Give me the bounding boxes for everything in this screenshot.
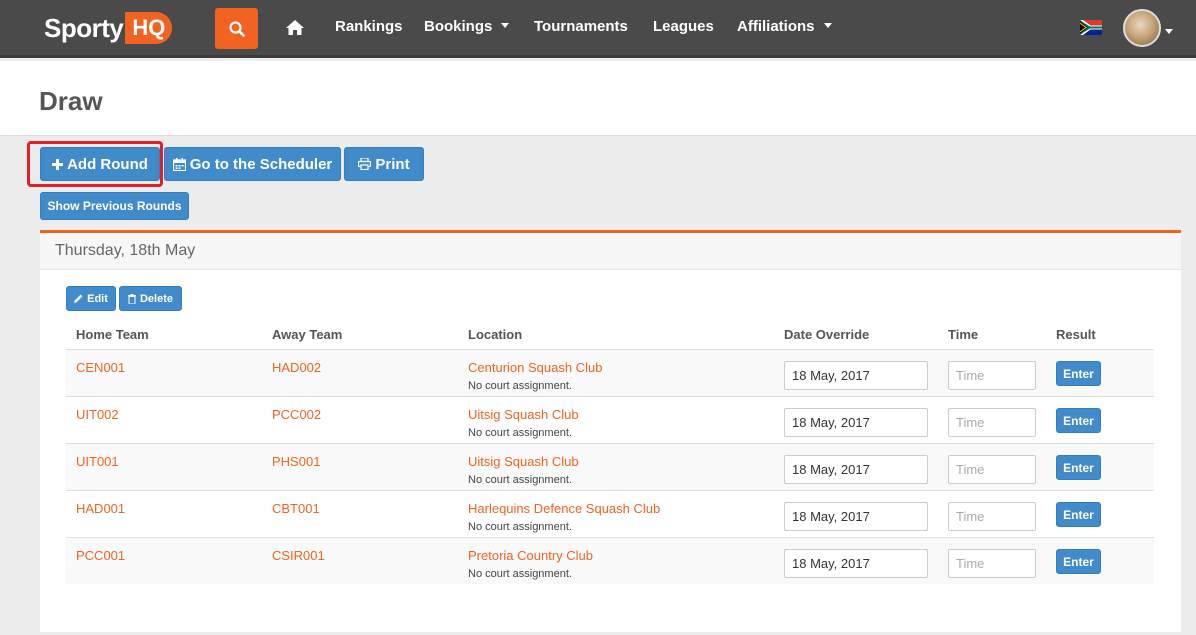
enter-result-button[interactable]: Enter	[1056, 549, 1101, 574]
print-icon	[358, 158, 372, 170]
court-assignment: No court assignment.	[468, 568, 572, 580]
time-input[interactable]	[948, 502, 1036, 531]
location-link[interactable]: Centurion Squash Club	[468, 360, 602, 375]
pencil-icon	[74, 294, 83, 303]
table-row: PCC001 CSIR001 Pretoria Country Club No …	[66, 537, 1154, 584]
nav-leagues[interactable]: Leagues	[653, 18, 714, 35]
away-team-link[interactable]: PCC002	[272, 407, 321, 422]
col-result: Result	[1056, 327, 1096, 342]
court-assignment: No court assignment.	[468, 474, 572, 486]
date-override-input[interactable]	[784, 502, 928, 531]
top-navbar: Sporty HQ Rankings Bookings Tournaments …	[0, 0, 1196, 58]
nav-affiliations[interactable]: Affiliations	[737, 18, 832, 35]
home-team-link[interactable]: UIT001	[76, 454, 119, 469]
home-team-link[interactable]: PCC001	[76, 548, 125, 563]
south-africa-flag-icon[interactable]	[1080, 20, 1102, 35]
col-away-team: Away Team	[272, 327, 343, 342]
location-link[interactable]: Harlequins Defence Squash Club	[468, 501, 660, 516]
home-icon[interactable]	[285, 18, 305, 38]
add-round-button[interactable]: Add Round	[40, 147, 160, 181]
home-team-link[interactable]: HAD001	[76, 501, 125, 516]
enter-result-button[interactable]: Enter	[1056, 502, 1101, 527]
court-assignment: No court assignment.	[468, 521, 572, 533]
time-input[interactable]	[948, 549, 1036, 578]
location-link[interactable]: Uitsig Squash Club	[468, 454, 579, 469]
page-header: Draw	[0, 61, 1196, 136]
logo-hq-badge: HQ	[125, 12, 173, 44]
away-team-link[interactable]: CBT001	[272, 501, 320, 516]
away-team-link[interactable]: PHS001	[272, 454, 320, 469]
round-date-heading: Thursday, 18th May	[40, 233, 1181, 270]
calendar-icon	[172, 157, 186, 171]
sportyhq-logo[interactable]: Sporty HQ	[44, 8, 173, 48]
time-input[interactable]	[948, 455, 1036, 484]
chevron-down-icon	[501, 23, 510, 28]
home-team-link[interactable]: UIT002	[76, 407, 119, 422]
away-team-link[interactable]: CSIR001	[272, 548, 325, 563]
chevron-down-icon	[823, 23, 832, 28]
away-team-link[interactable]: HAD002	[272, 360, 321, 375]
nav-rankings[interactable]: Rankings	[335, 18, 403, 35]
col-date-override: Date Override	[784, 327, 870, 342]
edit-round-button[interactable]: Edit	[66, 286, 116, 311]
nav-tournaments[interactable]: Tournaments	[534, 18, 628, 35]
home-team-link[interactable]: CEN001	[76, 360, 125, 375]
enter-result-button[interactable]: Enter	[1056, 455, 1101, 480]
time-input[interactable]	[948, 408, 1036, 437]
location-link[interactable]: Uitsig Squash Club	[468, 407, 579, 422]
print-button[interactable]: Print	[344, 147, 424, 181]
user-avatar[interactable]	[1123, 9, 1161, 47]
logo-text: Sporty	[44, 12, 124, 43]
table-row: UIT001 PHS001 Uitsig Squash Club No cour…	[66, 443, 1154, 490]
location-link[interactable]: Pretoria Country Club	[468, 548, 593, 563]
date-override-input[interactable]	[784, 361, 928, 390]
go-to-scheduler-button[interactable]: Go to the Scheduler	[164, 147, 341, 181]
col-time: Time	[948, 327, 979, 342]
court-assignment: No court assignment.	[468, 380, 572, 392]
date-override-input[interactable]	[784, 455, 928, 484]
date-override-input[interactable]	[784, 549, 928, 578]
court-assignment: No court assignment.	[468, 427, 572, 439]
date-override-input[interactable]	[784, 408, 928, 437]
col-location: Location	[468, 327, 523, 342]
enter-result-button[interactable]: Enter	[1056, 361, 1101, 386]
show-previous-rounds-button[interactable]: Show Previous Rounds	[40, 192, 189, 220]
plus-icon	[52, 158, 64, 170]
search-button[interactable]	[215, 8, 258, 49]
search-icon	[228, 20, 245, 37]
table-row: HAD001 CBT001 Harlequins Defence Squash …	[66, 490, 1154, 537]
table-row: UIT002 PCC002 Uitsig Squash Club No cour…	[66, 396, 1154, 443]
enter-result-button[interactable]: Enter	[1056, 408, 1101, 433]
time-input[interactable]	[948, 361, 1036, 390]
delete-round-button[interactable]: Delete	[119, 286, 182, 311]
chevron-down-icon[interactable]	[1165, 29, 1173, 34]
trash-icon	[127, 293, 136, 304]
table-row: CEN001 HAD002 Centurion Squash Club No c…	[66, 349, 1154, 396]
nav-bookings[interactable]: Bookings	[424, 18, 510, 35]
col-home-team: Home Team	[76, 327, 149, 342]
page-title: Draw	[39, 86, 103, 116]
